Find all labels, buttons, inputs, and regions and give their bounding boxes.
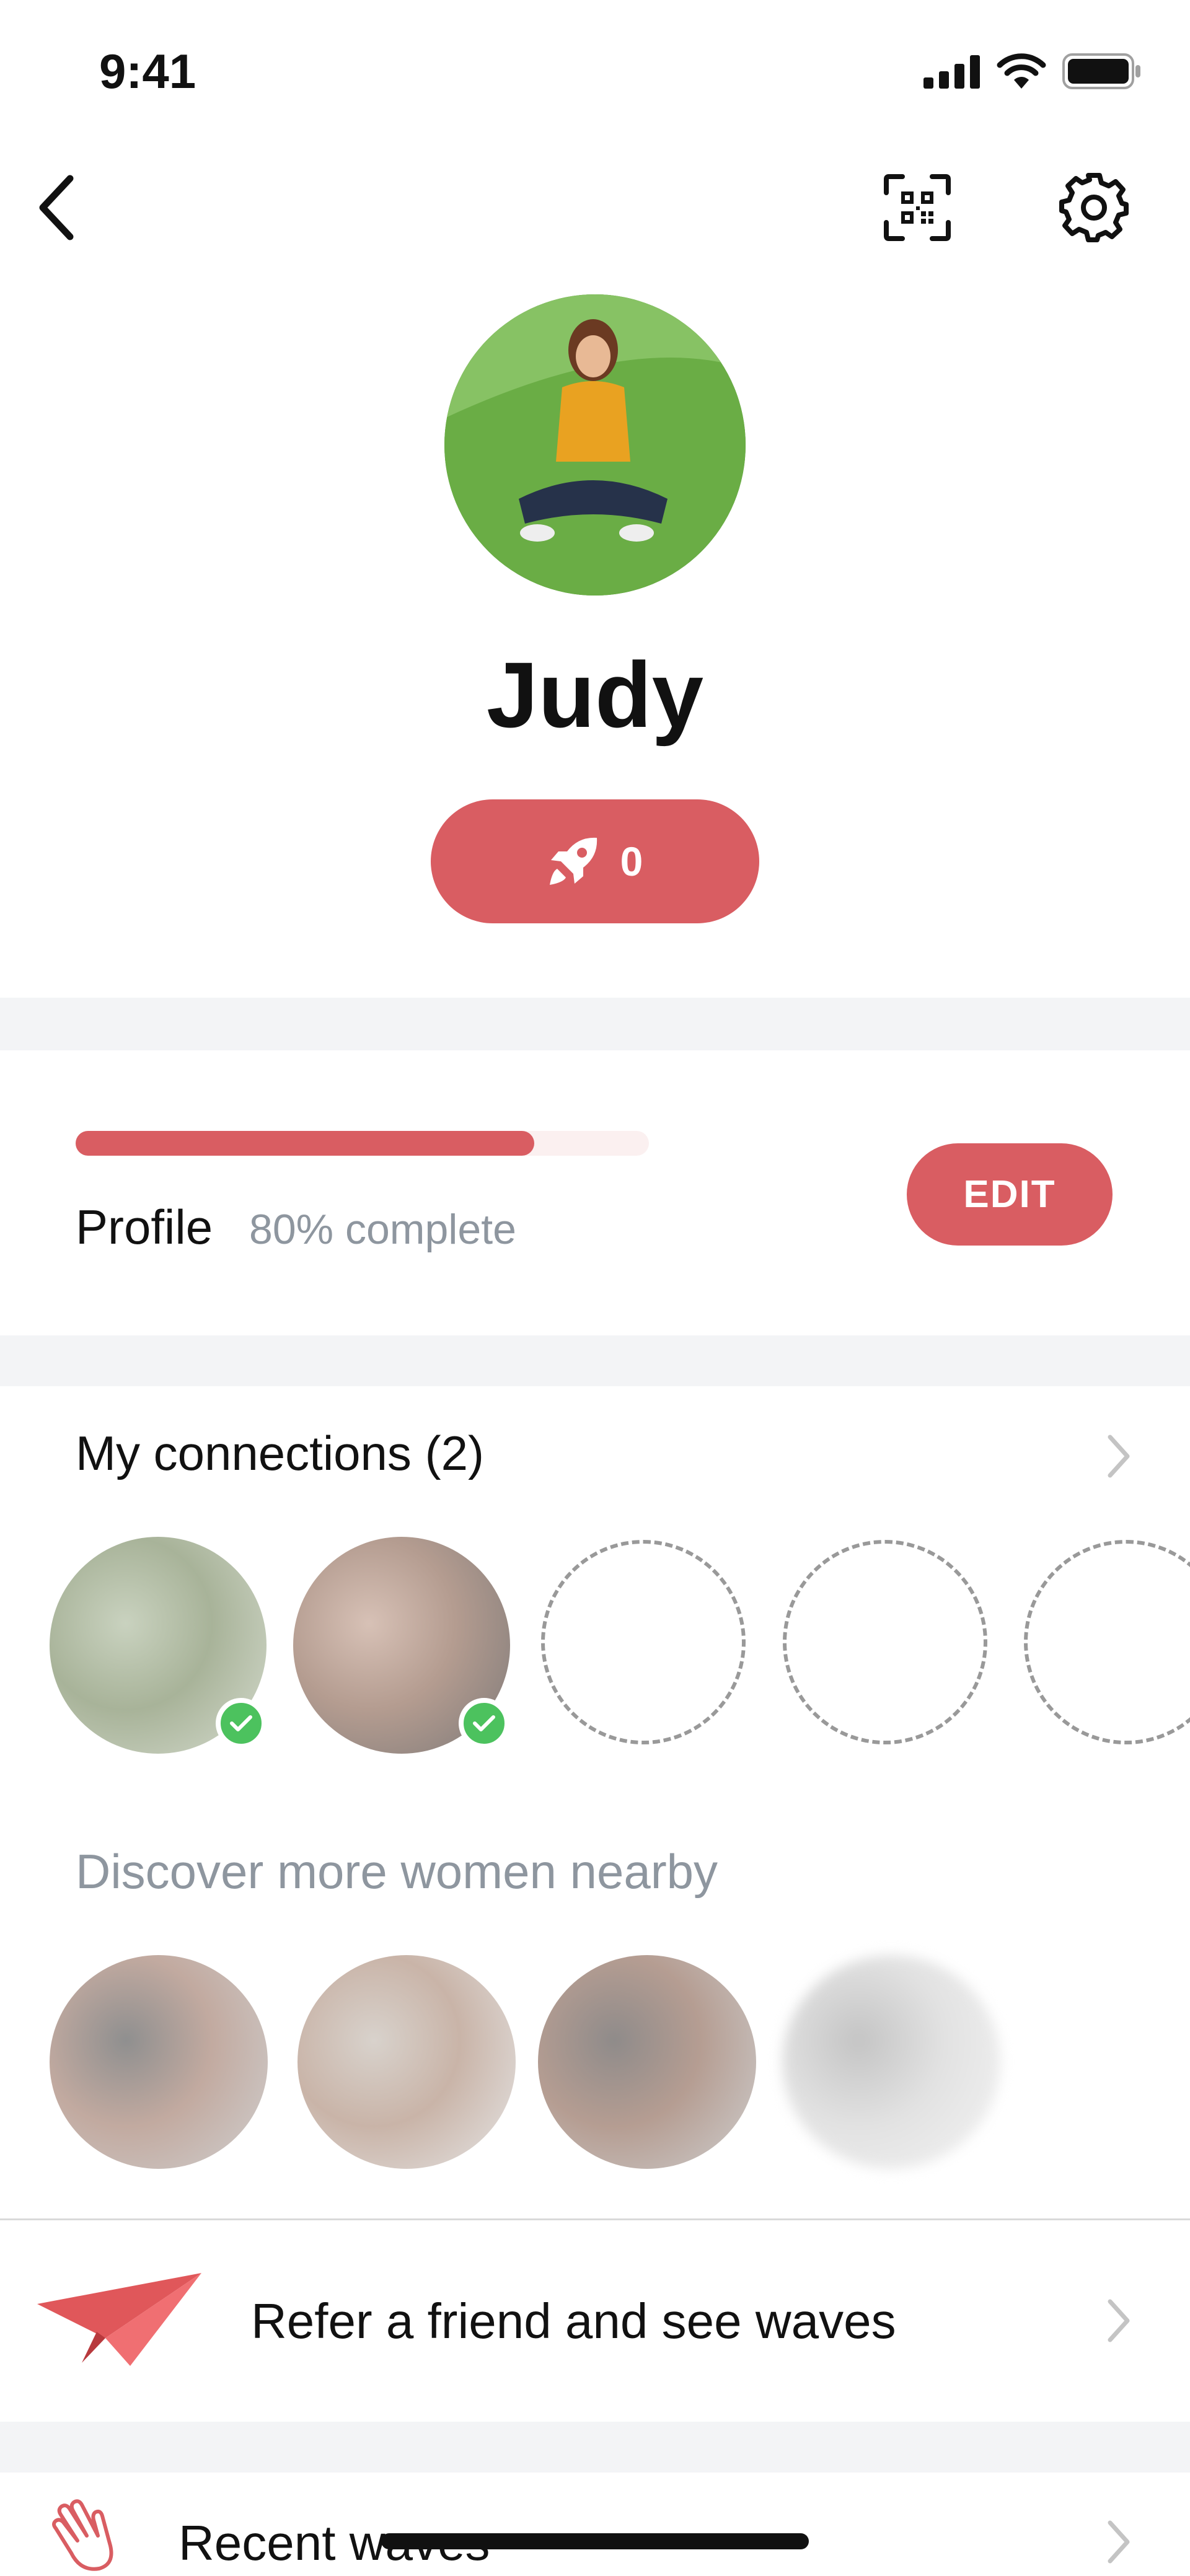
profile-avatar[interactable] [444,294,746,596]
connections-chevron-button[interactable] [1097,1425,1140,1487]
refer-friend-label: Refer a friend and see waves [251,2293,896,2349]
section-divider [0,998,1190,1050]
profile-name: Judy [486,643,704,747]
chevron-right-icon [1108,1435,1130,1478]
profile-progress-bar [76,1131,649,1156]
discover-avatar[interactable] [538,1955,756,2169]
discover-avatar[interactable] [50,1955,268,2169]
chevron-right-icon [1108,2299,1130,2342]
waving-hand-icon [52,2499,113,2571]
recent-waves-row[interactable]: Recent waves [0,2473,1190,2576]
chevron-left-icon [39,175,74,240]
gear-icon [1059,173,1129,242]
profile-photo [444,294,746,596]
edit-profile-button[interactable]: EDIT [907,1143,1113,1246]
qr-scan-button[interactable] [871,167,964,248]
verified-badge [459,1698,509,1749]
check-icon [230,1715,252,1731]
status-icons [923,53,1142,90]
status-time: 9:41 [99,44,196,99]
back-button[interactable] [19,167,93,248]
battery-icon [1062,53,1140,89]
boost-button[interactable]: 0 [431,799,759,923]
empty-connection-slot[interactable] [541,1540,746,1744]
empty-connection-slot[interactable] [1024,1540,1190,1744]
check-icon [473,1715,495,1731]
discover-avatar[interactable] [782,1955,1000,2169]
section-divider [0,1335,1190,1386]
cellular-signal-icon [923,55,980,89]
connections-title: My connections (2) [76,1426,484,1480]
section-divider [0,2422,1190,2473]
paper-plane-icon [37,2273,201,2366]
settings-button[interactable] [1051,164,1137,251]
profile-completion-label: Profile [76,1200,213,1254]
wifi-icon [997,53,1046,89]
waves-chevron [1097,2511,1140,2573]
home-indicator [381,2533,809,2549]
discover-title: Discover more women nearby [76,1844,718,1899]
verified-badge [216,1698,267,1749]
empty-connection-slot[interactable] [783,1540,987,1744]
boost-count: 0 [620,838,643,884]
discover-avatar[interactable] [298,1955,516,2169]
rocket-icon [549,837,597,885]
profile-completion-status: 80% complete [249,1206,516,1253]
refer-friend-row[interactable]: Refer a friend and see waves [0,2220,1190,2422]
refer-chevron [1097,2290,1140,2352]
profile-progress-fill [76,1131,534,1156]
qr-code-scan-icon [884,174,951,241]
chevron-right-icon [1108,2520,1130,2564]
